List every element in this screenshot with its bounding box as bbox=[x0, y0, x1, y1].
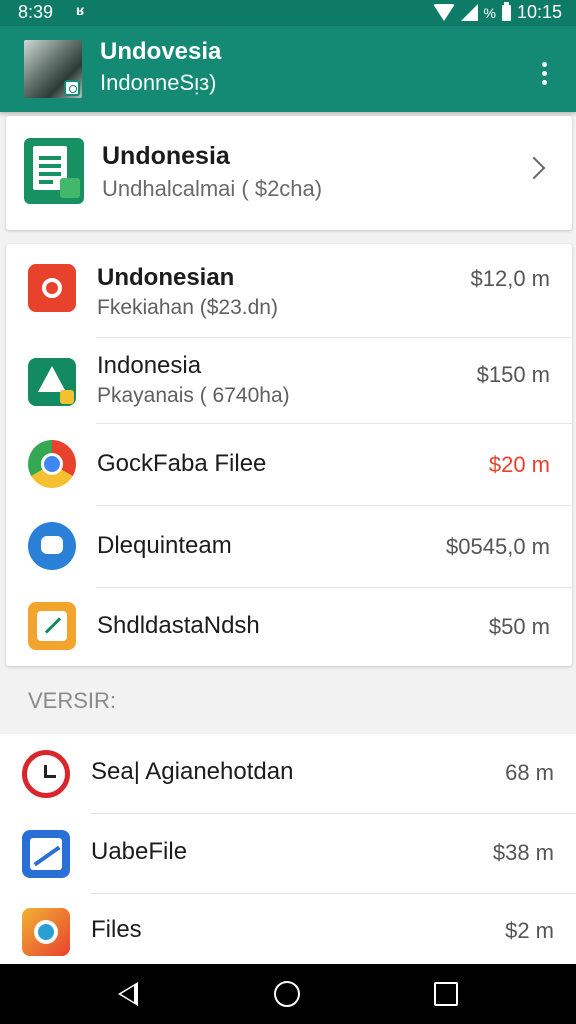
list-item-name: UabeFile bbox=[91, 838, 188, 865]
list-item[interactable]: ShdldastaNdsh $50 m bbox=[6, 588, 572, 666]
battery-percent: % bbox=[483, 4, 496, 21]
list-item-name: Files bbox=[91, 916, 142, 943]
notification-icon: ʁ bbox=[76, 2, 85, 18]
list-item[interactable]: Files $2 m bbox=[0, 894, 576, 964]
chat-bubble-icon bbox=[28, 522, 76, 570]
list-item-name: Dlequinteam bbox=[97, 532, 232, 559]
status-time: 8:39 bbox=[18, 2, 54, 22]
status-bar: 8:39 ʁ % 10:15 bbox=[0, 0, 576, 26]
chrome-icon bbox=[28, 440, 76, 488]
list-item-price: $38 m bbox=[492, 840, 554, 865]
checkmark-icon bbox=[60, 178, 80, 198]
app-thumbnail[interactable] bbox=[24, 40, 82, 98]
back-icon[interactable] bbox=[118, 982, 138, 1006]
app-list-card: Undonesian Fkekiahan ($23.dn) $12,0 m In… bbox=[6, 244, 572, 666]
top-card-title: Undonesia bbox=[102, 142, 230, 170]
clock-icon bbox=[22, 750, 70, 798]
list-item-name: Undonesian bbox=[97, 264, 235, 291]
navigation-bar bbox=[0, 964, 576, 1024]
app-bar-subtitle: IndonneSᴉᴈ) bbox=[100, 70, 217, 95]
app-list-2: Sea| Agianehotdan 68 m UabeFile $38 m Fi… bbox=[0, 734, 576, 964]
status-clock: 10:15 bbox=[516, 2, 562, 22]
top-card[interactable]: Undonesia Undhalcalmai ( $2cha) bbox=[6, 116, 572, 230]
wifi-icon bbox=[432, 4, 455, 21]
list-item[interactable]: GockFaba Filee $20 m bbox=[6, 424, 572, 506]
list-item-price: $20 m bbox=[488, 452, 550, 477]
list-item-price: 68 m bbox=[505, 760, 554, 785]
list-item-price: $0545,0 m bbox=[446, 534, 550, 559]
battery-icon bbox=[501, 1, 511, 21]
thumbnail-badge-icon bbox=[64, 80, 80, 96]
list-item-name: Sea| Agianehotdan bbox=[91, 758, 294, 785]
chart-line-icon bbox=[22, 830, 70, 878]
triangle-a-icon bbox=[28, 358, 76, 406]
list-item[interactable]: Undonesian Fkekiahan ($23.dn) $12,0 m bbox=[6, 244, 572, 338]
list-item-name: ShdldastaNdsh bbox=[97, 612, 260, 639]
top-card-subtitle: Undhalcalmai ( $2cha) bbox=[102, 176, 323, 201]
list-item[interactable]: Sea| Agianehotdan 68 m bbox=[0, 734, 576, 814]
list-item-detail: Pkayanais ( 6740ha) bbox=[97, 384, 290, 407]
home-icon[interactable] bbox=[274, 981, 300, 1007]
list-item-name: Indonesia bbox=[97, 352, 202, 379]
list-item-price: $2 m bbox=[505, 918, 554, 943]
list-item-detail: Fkekiahan ($23.dn) bbox=[97, 296, 278, 319]
app-bar: Undoᴠesia IndonneSᴉᴈ) bbox=[0, 26, 576, 112]
list-item[interactable]: Dlequinteam $0545,0 m bbox=[6, 506, 572, 588]
list-item[interactable]: Indonesia Pkayanais ( 6740ha) $150 m bbox=[6, 338, 572, 424]
chevron-right-icon[interactable] bbox=[522, 156, 546, 180]
list-item-price: $50 m bbox=[488, 614, 550, 639]
recent-apps-icon[interactable] bbox=[434, 982, 458, 1006]
document-app-icon bbox=[24, 138, 84, 204]
gear-icon bbox=[28, 264, 76, 312]
list-item[interactable]: UabeFile $38 m bbox=[0, 814, 576, 894]
app-bar-title: Undoᴠesia bbox=[100, 38, 222, 65]
overflow-menu-icon[interactable] bbox=[542, 62, 550, 86]
section-header: VERSIR: bbox=[28, 688, 117, 713]
list-item-price: $150 m bbox=[476, 362, 550, 387]
signal-icon bbox=[460, 4, 478, 21]
files-app-icon bbox=[22, 908, 70, 956]
status-icons: % 10:15 bbox=[432, 1, 562, 23]
list-item-name: GockFaba Filee bbox=[97, 450, 267, 477]
pencil-note-icon bbox=[28, 602, 76, 650]
list-item-price: $12,0 m bbox=[470, 266, 551, 291]
